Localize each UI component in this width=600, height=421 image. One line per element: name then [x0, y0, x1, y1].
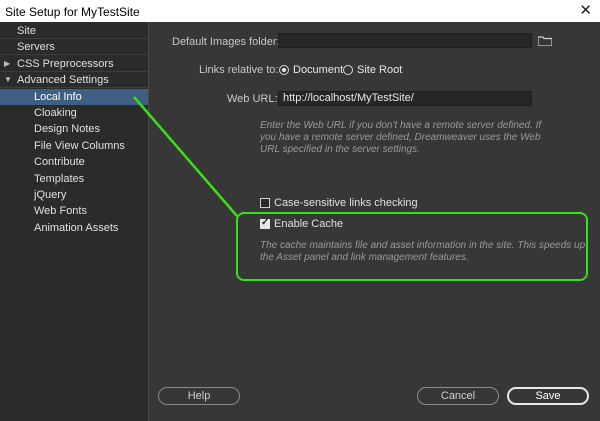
annotation-pointer-line [133, 96, 238, 217]
